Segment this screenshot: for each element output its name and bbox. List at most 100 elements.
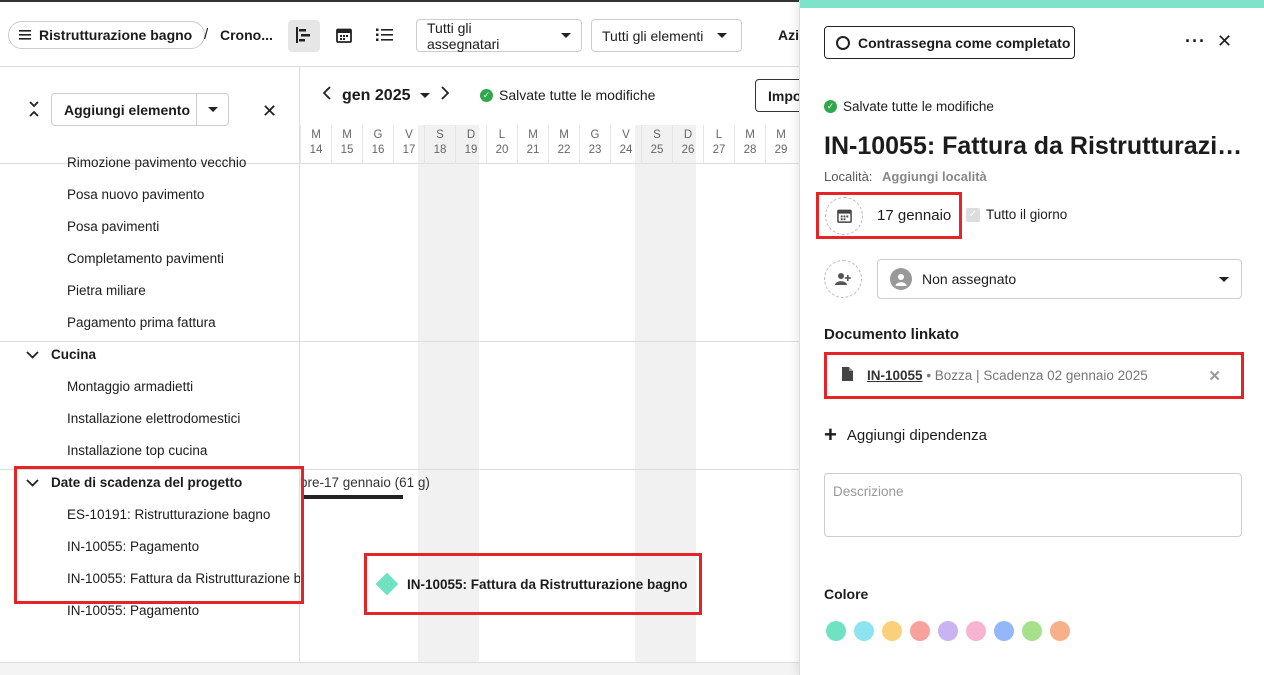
calendar-view-button[interactable] bbox=[328, 20, 360, 52]
caret-down-icon bbox=[1219, 276, 1229, 282]
horizontal-scrollbar[interactable] bbox=[0, 662, 800, 675]
tree-group-header[interactable]: Date di scadenza del progetto bbox=[0, 466, 300, 498]
color-swatch[interactable] bbox=[882, 621, 902, 641]
month-label[interactable]: gen 2025 bbox=[342, 87, 410, 105]
tree-item[interactable]: ES-10191: Ristrutturazione bagno bbox=[0, 498, 300, 530]
tree-item-label: IN-10055: Pagamento bbox=[67, 538, 200, 554]
circle-icon bbox=[836, 35, 850, 50]
chevron-right-icon[interactable] bbox=[440, 86, 450, 105]
assignee-value: Non assegnato bbox=[922, 271, 1017, 287]
add-dependency-button[interactable]: + Aggiungi dipendenza bbox=[824, 424, 987, 446]
tree-item[interactable]: Rimozione pavimento vecchio bbox=[0, 146, 300, 178]
tree-item-label: Posa pavimenti bbox=[67, 218, 160, 234]
tree-item[interactable]: IN-10055: Pagamento bbox=[0, 530, 300, 562]
item-title[interactable]: IN-10055: Fattura da Ristrutturazione ba… bbox=[824, 132, 1244, 161]
actions-menu[interactable]: Azi bbox=[778, 27, 799, 43]
mark-complete-button[interactable]: Contrassegna come completato bbox=[824, 26, 1075, 59]
weekday-letter: M bbox=[559, 129, 569, 141]
list-icon bbox=[375, 28, 393, 45]
caret-down-icon[interactable] bbox=[420, 93, 431, 98]
milestone-item[interactable]: IN-10055: Fattura da Ristrutturazione ba… bbox=[364, 553, 702, 615]
tree-item[interactable]: Posa pavimenti bbox=[0, 210, 300, 242]
breadcrumb-separator: / bbox=[204, 26, 209, 43]
gantt-timeline: gen 2025 ✓ Salvate tutte le modifiche Im… bbox=[300, 67, 815, 675]
user-avatar-icon bbox=[890, 268, 912, 290]
weekday-letter: S bbox=[436, 129, 444, 141]
color-heading: Colore bbox=[824, 586, 869, 602]
linked-doc-meta: • Bozza | Scadenza 02 gennaio 2025 bbox=[926, 368, 1148, 383]
tree-item-label: IN-10055: Pagamento bbox=[67, 602, 200, 618]
caret-down-icon bbox=[717, 33, 728, 38]
more-options-icon[interactable]: ··· bbox=[1185, 31, 1206, 52]
gantt-icon bbox=[295, 26, 313, 47]
tree-item[interactable]: Installazione top cucina bbox=[0, 434, 300, 466]
weekday-letter: M bbox=[776, 129, 786, 141]
assignees-filter-dropdown[interactable]: Tutti gli assegnatari bbox=[416, 19, 582, 52]
add-item-button[interactable]: Aggiungi elemento bbox=[52, 102, 196, 118]
linked-doc-link[interactable]: IN-10055 bbox=[867, 368, 923, 383]
collapse-all-icon[interactable] bbox=[28, 100, 40, 121]
color-swatch[interactable] bbox=[994, 621, 1014, 641]
tree-item[interactable]: Pietra miliare bbox=[0, 274, 300, 306]
add-item-split-button[interactable]: Aggiungi elemento bbox=[51, 93, 229, 126]
day-header-row: M 14 M 15 G 16 V 17 S 18 D 19 L 20 M 21 M 22 G 23 V 24 S 25 D 26 L… bbox=[300, 125, 800, 164]
color-swatch[interactable] bbox=[1022, 621, 1042, 641]
color-swatch[interactable] bbox=[966, 621, 986, 641]
color-swatch[interactable] bbox=[910, 621, 930, 641]
add-dependency-label: Aggiungi dipendenza bbox=[846, 426, 987, 444]
calendar-icon bbox=[336, 27, 352, 46]
all-day-toggle[interactable]: ✓ Tutto il giorno bbox=[966, 207, 1067, 222]
import-button-label: Impo bbox=[768, 87, 802, 104]
day-header-cell: M 29 bbox=[765, 125, 796, 164]
tree-item[interactable]: Completamento pavimenti bbox=[0, 242, 300, 274]
day-header-cell: G 16 bbox=[362, 125, 393, 164]
left-tree-panel: Aggiungi elemento ✕ Rimozione pavimento … bbox=[0, 67, 300, 675]
tree-item[interactable]: IN-10055: Pagamento bbox=[0, 594, 300, 626]
description-field[interactable]: Descrizione bbox=[824, 473, 1242, 537]
color-swatch[interactable] bbox=[1050, 621, 1070, 641]
tree-item-label: Installazione elettrodomestici bbox=[67, 410, 241, 426]
tree-item[interactable]: IN-10055: Fattura da Ristrutturazione ba… bbox=[0, 562, 300, 594]
mark-complete-label: Contrassegna come completato bbox=[858, 34, 1071, 51]
remove-link-icon[interactable]: ✕ bbox=[1208, 367, 1221, 385]
month-navigation: gen 2025 bbox=[322, 86, 450, 105]
tree-item[interactable]: Installazione elettrodomestici bbox=[0, 402, 300, 434]
project-breadcrumb-pill[interactable]: Ristrutturazione bagno bbox=[8, 21, 206, 49]
timeline-span-label: bre-17 gennaio (61 g) bbox=[300, 475, 430, 490]
day-number: 23 bbox=[588, 144, 602, 156]
list-view-button[interactable] bbox=[368, 20, 400, 52]
color-swatch[interactable] bbox=[826, 621, 846, 641]
day-number: 25 bbox=[650, 144, 664, 156]
timeline-span-bar[interactable] bbox=[303, 495, 403, 499]
add-item-dropdown-toggle[interactable] bbox=[196, 94, 228, 125]
chevron-down-icon[interactable] bbox=[26, 347, 44, 362]
all-day-label: Tutto il giorno bbox=[986, 207, 1068, 222]
location-row: Località: Aggiungi località bbox=[824, 169, 987, 184]
tree-group-header[interactable]: Cucina bbox=[0, 338, 300, 370]
checkbox-checked-icon[interactable]: ✓ bbox=[966, 207, 980, 222]
chevron-left-icon[interactable] bbox=[322, 86, 332, 105]
close-icon[interactable]: ✕ bbox=[1217, 31, 1232, 52]
chevron-down-icon[interactable] bbox=[26, 475, 44, 490]
close-icon[interactable]: ✕ bbox=[262, 101, 277, 122]
gantt-view-button[interactable] bbox=[288, 20, 320, 52]
elements-filter-dropdown[interactable]: Tutti gli elementi bbox=[591, 19, 742, 52]
tree-item-label: Cucina bbox=[51, 346, 97, 362]
breadcrumb-current-view[interactable]: Crono... bbox=[220, 27, 273, 43]
day-number: 28 bbox=[743, 144, 757, 156]
color-swatch[interactable] bbox=[854, 621, 874, 641]
date-picker[interactable]: 17 gennaio bbox=[816, 192, 962, 239]
tree-item-label: Pagamento prima fattura bbox=[67, 314, 216, 330]
tree-item-label: Installazione top cucina bbox=[67, 442, 208, 458]
tree-item-label: Completamento pavimenti bbox=[67, 250, 224, 266]
tree-item[interactable]: Pagamento prima fattura bbox=[0, 306, 300, 338]
add-location-link[interactable]: Aggiungi località bbox=[882, 169, 987, 184]
color-swatch[interactable] bbox=[938, 621, 958, 641]
assignee-select[interactable]: Non assegnato bbox=[877, 259, 1242, 299]
tree-item[interactable]: Montaggio armadietti bbox=[0, 370, 300, 402]
day-number: 15 bbox=[340, 144, 354, 156]
day-header-cell: L 27 bbox=[703, 125, 734, 164]
caret-down-icon bbox=[207, 107, 218, 112]
tree-item[interactable]: Posa nuovo pavimento bbox=[0, 178, 300, 210]
detail-save-status-text: Salvate tutte le modifiche bbox=[843, 99, 994, 114]
